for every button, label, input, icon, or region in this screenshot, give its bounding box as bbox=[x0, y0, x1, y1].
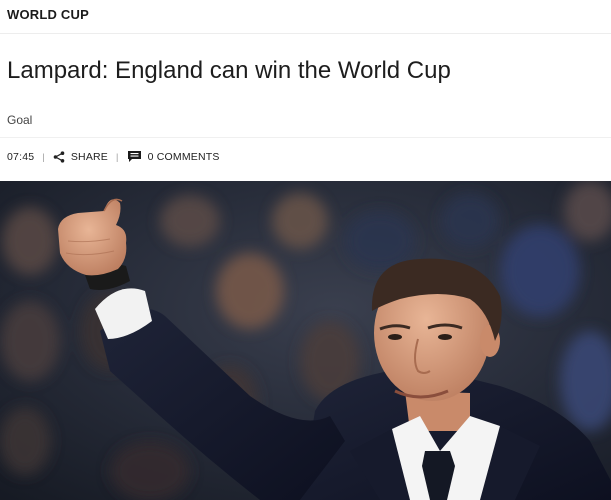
publish-time: 07:45 bbox=[7, 150, 35, 163]
article-headline: Lampard: England can win the World Cup bbox=[7, 57, 451, 84]
share-icon bbox=[53, 150, 65, 163]
divider bbox=[0, 137, 611, 138]
share-label: SHARE bbox=[70, 150, 109, 163]
divider bbox=[0, 33, 611, 34]
comment-icon bbox=[127, 151, 141, 162]
photo-thumbs-up-man-in-suit bbox=[0, 181, 611, 500]
article-source: Goal bbox=[7, 113, 33, 127]
article-photo bbox=[0, 181, 611, 500]
meta-separator: | bbox=[42, 151, 45, 162]
meta-separator: | bbox=[116, 151, 119, 162]
article-meta-bar: 07:45 | SHARE | 0 COMMENTS bbox=[7, 150, 220, 163]
comments-label: 0 COMMENTS bbox=[147, 150, 220, 163]
category-label[interactable]: WORLD CUP bbox=[7, 7, 89, 22]
article-page: WORLD CUP Lampard: England can win the W… bbox=[0, 0, 611, 500]
share-button[interactable]: SHARE bbox=[53, 151, 108, 163]
comments-button[interactable]: 0 COMMENTS bbox=[127, 150, 220, 163]
